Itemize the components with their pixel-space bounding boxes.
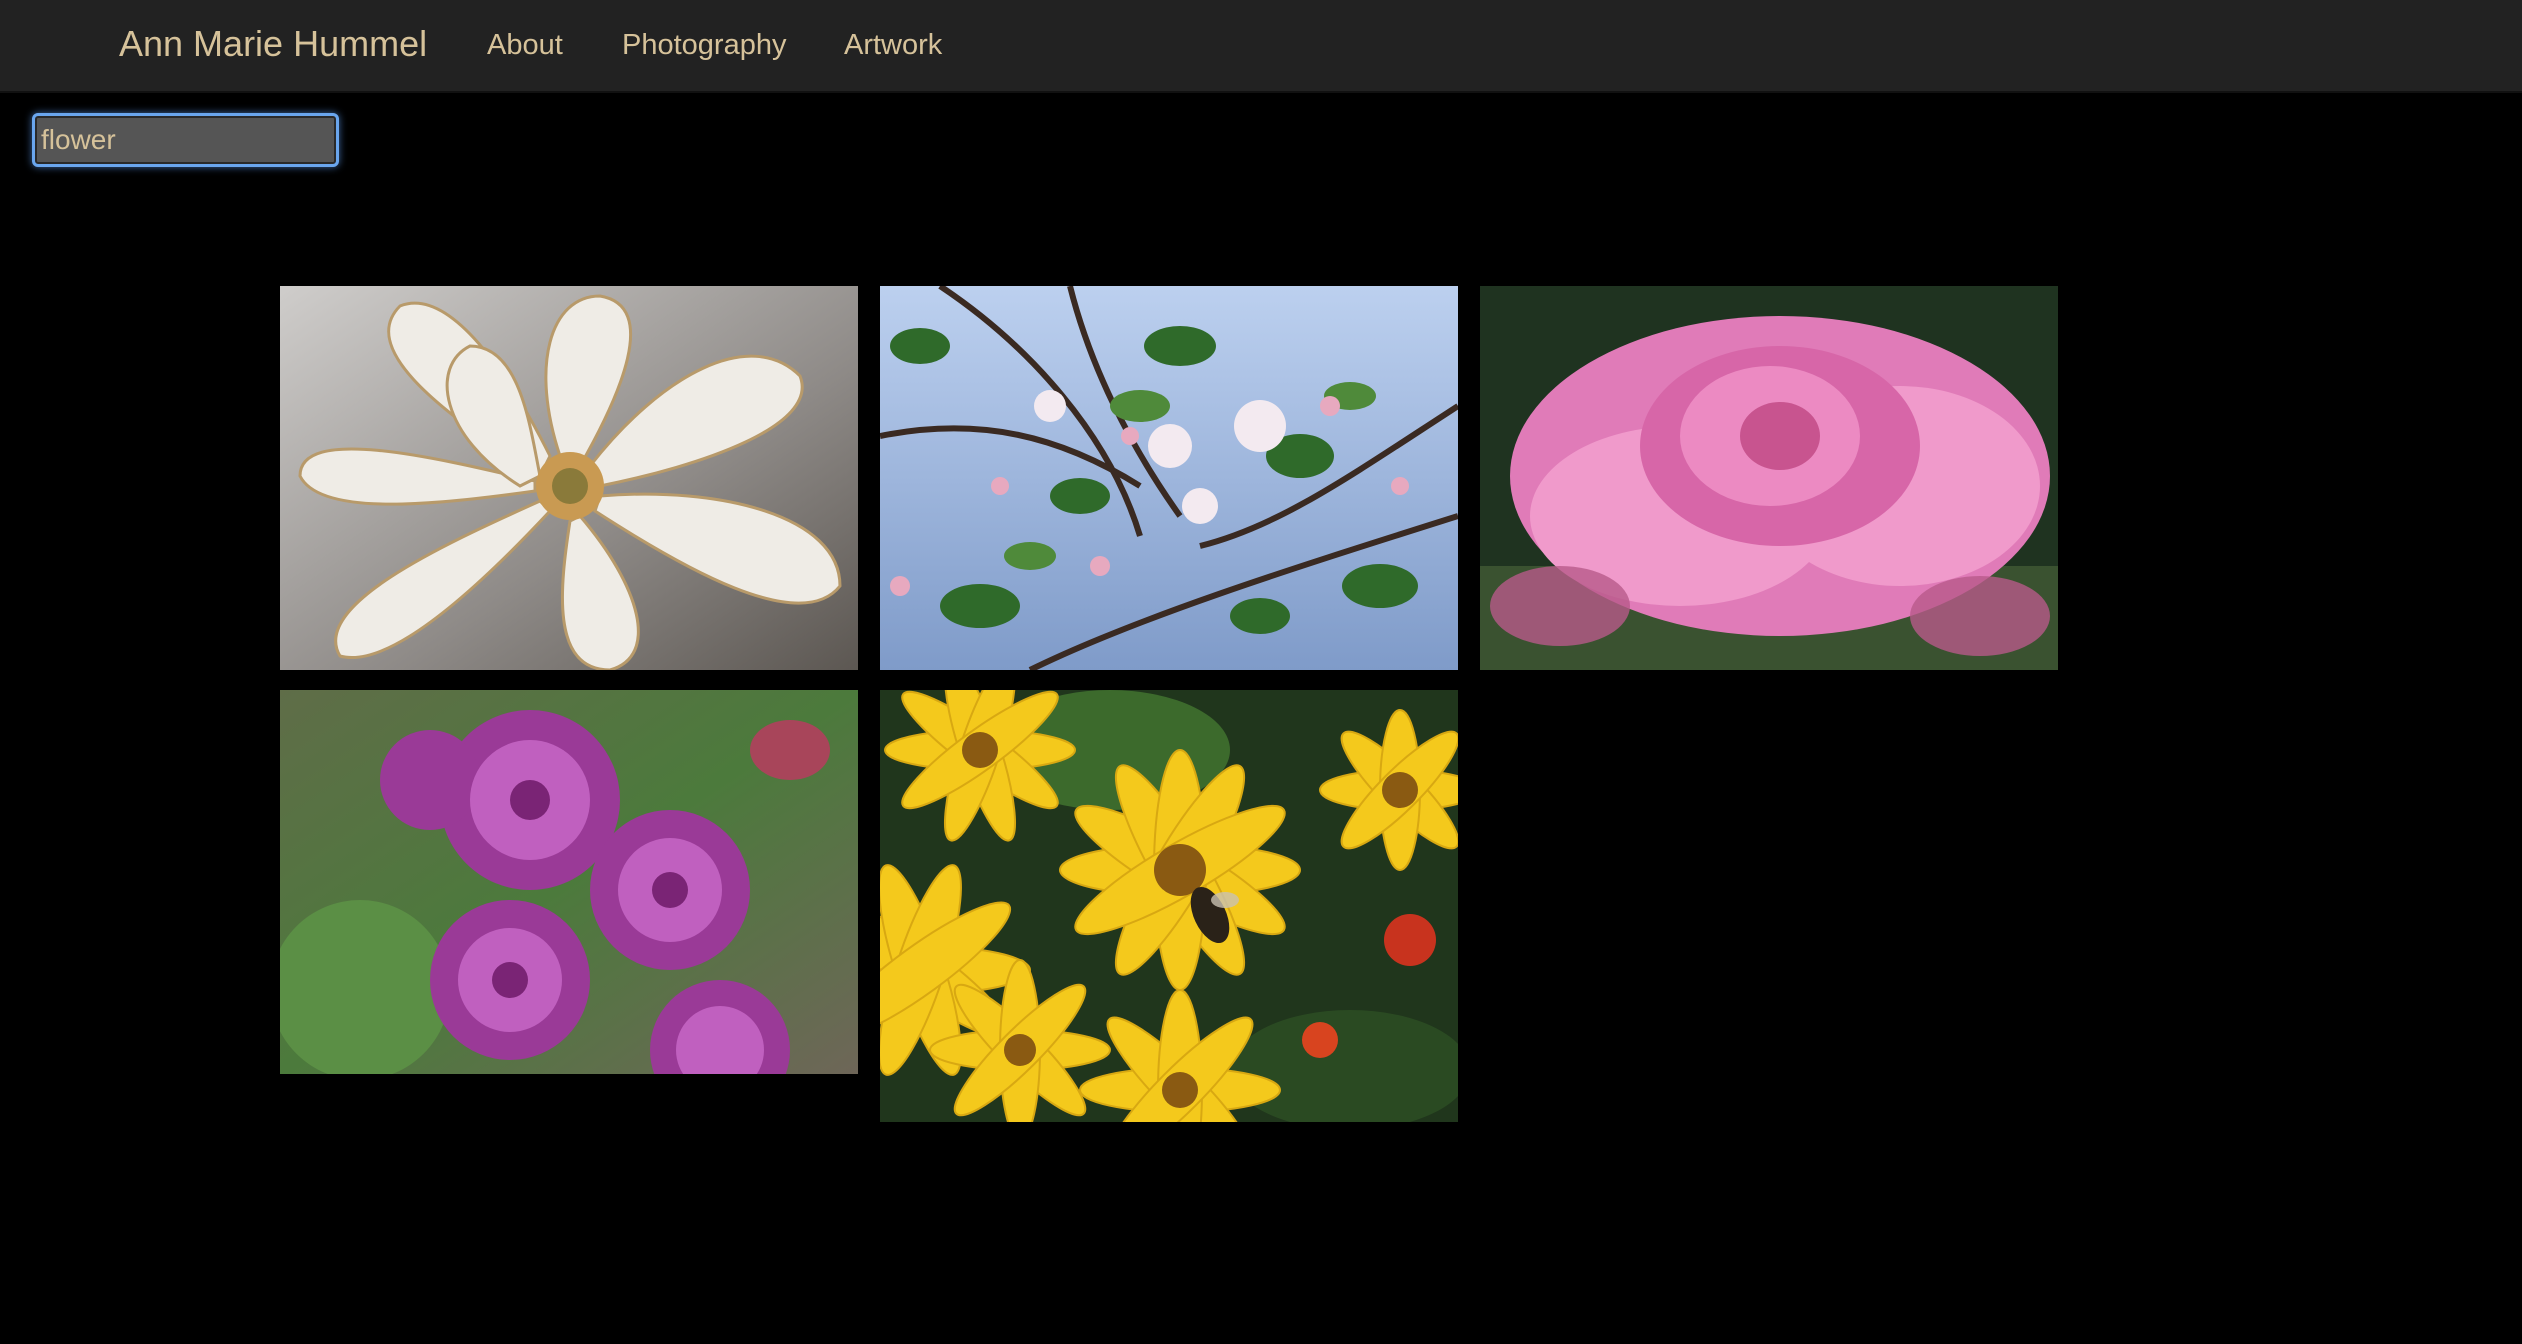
apple-blossom-image [880, 286, 1458, 670]
yellow-daisies-image [880, 690, 1458, 1122]
gallery-photo-apple-blossom[interactable] [880, 286, 1458, 670]
gallery-photo-yellow-daisies[interactable] [880, 690, 1458, 1122]
magnolia-image [280, 286, 858, 670]
gallery-photo-chrysanthemums[interactable] [280, 690, 858, 1074]
site-brand-link[interactable]: Ann Marie Hummel [119, 22, 427, 66]
nav-link-photography[interactable]: Photography [622, 27, 786, 63]
gallery-photo-magnolia[interactable] [280, 286, 858, 670]
top-navbar: Ann Marie Hummel About Photography Artwo… [0, 0, 2522, 93]
chrysanthemums-image [280, 690, 858, 1074]
pink-rose-image [1480, 286, 2058, 670]
search-input[interactable] [32, 113, 339, 167]
gallery-photo-pink-rose[interactable] [1480, 286, 2058, 670]
nav-link-about[interactable]: About [487, 27, 563, 63]
nav-link-artwork[interactable]: Artwork [844, 27, 942, 63]
